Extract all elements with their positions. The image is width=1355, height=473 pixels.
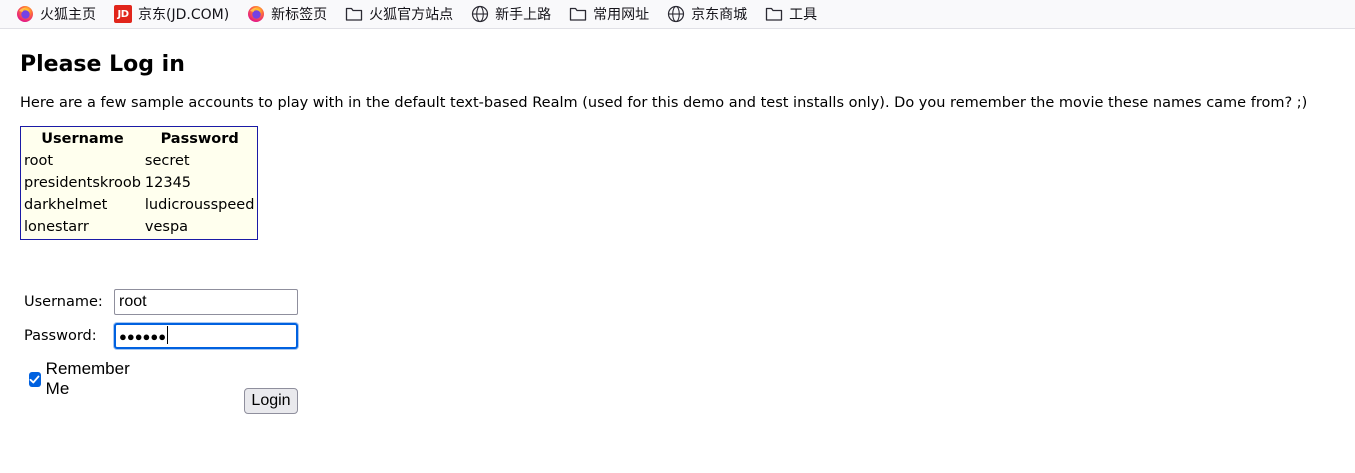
column-header-password: Password — [160, 131, 239, 147]
folder-icon — [569, 5, 587, 23]
firefox-icon — [16, 5, 34, 23]
table-row: lonestarr vespa — [23, 217, 255, 237]
column-header-username: Username — [41, 131, 124, 147]
jd-icon: JD — [114, 5, 132, 23]
password-input[interactable]: ●●●●●● — [114, 323, 298, 349]
globe-icon — [471, 5, 489, 23]
checkmark-icon — [29, 375, 40, 383]
table-header-row: Username Password — [23, 129, 255, 149]
login-button[interactable]: Login — [244, 388, 298, 414]
folder-icon — [345, 5, 363, 23]
bookmarks-toolbar: 火狐主页 JD 京东(JD.COM) 新标签页 火狐官方站点 新手上路 常用网址… — [0, 0, 1355, 29]
remember-me-checkbox[interactable] — [29, 371, 41, 387]
globe-icon — [667, 5, 685, 23]
username-value: root — [119, 293, 147, 310]
bookmark-folder-firefox-official[interactable]: 火狐官方站点 — [343, 2, 455, 26]
cell-password: ludicrousspeed — [144, 197, 255, 213]
page-content: Please Log in Here are a few sample acco… — [20, 30, 1350, 240]
table-row: presidentskroob 12345 — [23, 173, 255, 193]
intro-text: Here are a few sample accounts to play w… — [20, 95, 1308, 111]
bookmark-folder-tools[interactable]: 工具 — [763, 2, 819, 26]
table-row: darkhelmet ludicrousspeed — [23, 195, 255, 215]
username-label: Username: — [24, 294, 103, 310]
cell-password: secret — [144, 153, 190, 169]
password-mask: ●●●●●● — [119, 329, 167, 344]
bookmark-firefox-home[interactable]: 火狐主页 — [14, 2, 98, 26]
bookmark-label: 常用网址 — [593, 7, 650, 23]
table-row: root secret — [23, 151, 255, 171]
bookmark-label: 新标签页 — [271, 7, 328, 23]
bookmark-label: 火狐官方站点 — [369, 7, 454, 23]
page-title: Please Log in — [20, 52, 185, 77]
bookmark-label: 火狐主页 — [40, 7, 96, 23]
remember-me-label[interactable]: Remember Me — [46, 359, 133, 399]
bookmark-getting-started[interactable]: 新手上路 — [469, 2, 553, 26]
cell-username: root — [24, 153, 54, 169]
bookmark-jd-mall[interactable]: 京东商城 — [665, 2, 749, 26]
sample-accounts-table: Username Password root secret presidents… — [20, 126, 259, 240]
cell-username: lonestarr — [24, 219, 89, 235]
bookmark-label: 京东商城 — [691, 7, 748, 23]
bookmark-label: 京东(JD.COM) — [138, 7, 230, 23]
remember-me-row: Remember Me — [29, 359, 133, 399]
password-label: Password: — [24, 328, 97, 344]
bookmark-jd[interactable]: JD 京东(JD.COM) — [112, 2, 231, 26]
cell-password: 12345 — [144, 175, 192, 191]
firefox-icon — [247, 5, 265, 23]
bookmark-label: 工具 — [789, 7, 818, 23]
folder-icon — [765, 5, 783, 23]
cell-username: darkhelmet — [24, 197, 108, 213]
username-input[interactable]: root — [114, 289, 298, 315]
cell-password: vespa — [144, 219, 189, 235]
bookmark-new-tab[interactable]: 新标签页 — [245, 2, 329, 26]
bookmark-label: 新手上路 — [495, 7, 552, 23]
bookmark-folder-common-sites[interactable]: 常用网址 — [567, 2, 651, 26]
text-caret — [167, 326, 169, 344]
cell-username: presidentskroob — [24, 175, 141, 191]
